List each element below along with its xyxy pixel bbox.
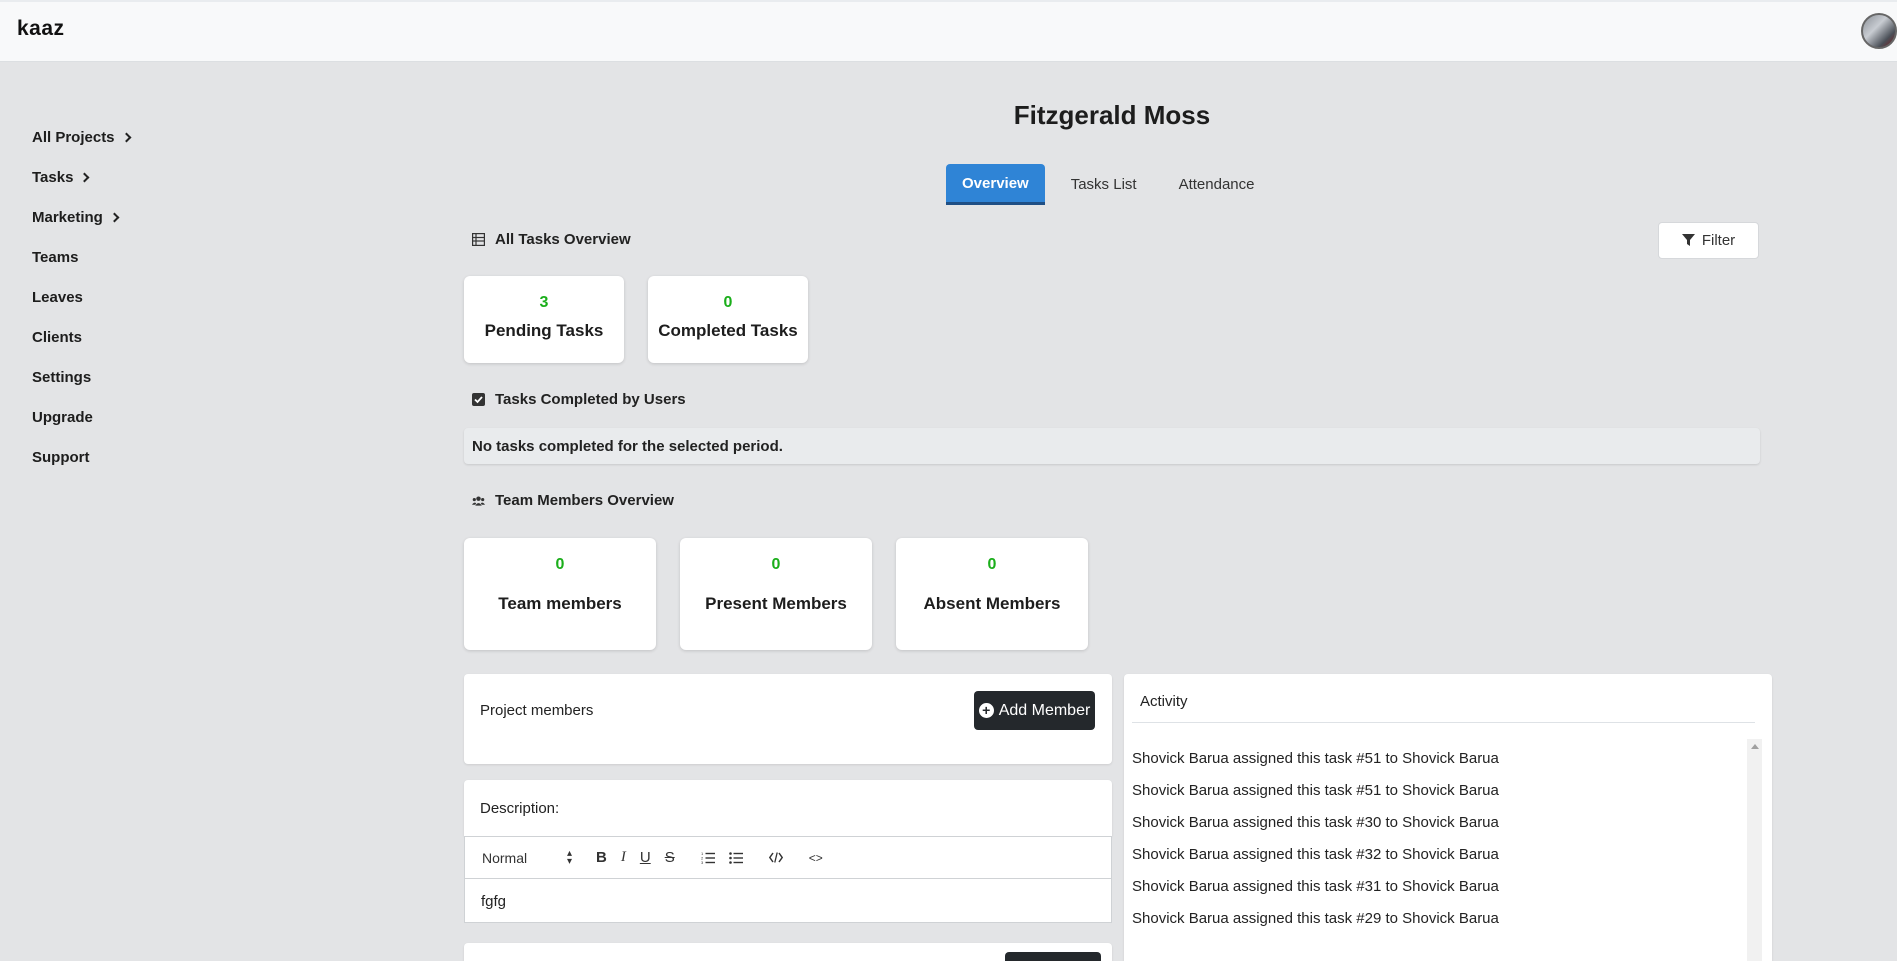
activity-item: Shovick Barua assigned this task #51 to … <box>1132 782 1499 799</box>
sidebar-item-tasks[interactable]: Tasks <box>32 157 232 197</box>
sidebar-item-marketing[interactable]: Marketing <box>32 197 232 237</box>
project-members-panel: Project members + Add Member <box>464 674 1112 764</box>
top-bar: kaaz <box>0 0 1897 62</box>
users-icon <box>472 494 485 507</box>
description-title: Description: <box>480 800 560 817</box>
tasks-overview-heading: All Tasks Overview <box>472 231 631 248</box>
activity-list: Shovick Barua assigned this task #51 to … <box>1132 750 1499 942</box>
team-members-card[interactable]: 0 Team members <box>464 538 656 650</box>
pending-tasks-card[interactable]: 3 Pending Tasks <box>464 276 624 363</box>
format-select[interactable]: Normal ▴ ▾ <box>482 847 572 867</box>
updown-icon: ▴ ▾ <box>566 847 572 867</box>
code-block-icon[interactable] <box>768 852 783 863</box>
sidebar-item-leaves[interactable]: Leaves <box>32 277 232 317</box>
sidebar-item-label: Teams <box>32 248 79 266</box>
list-icon <box>472 233 485 246</box>
activity-item: Shovick Barua assigned this task #31 to … <box>1132 878 1499 895</box>
absent-members-label: Absent Members <box>923 594 1061 613</box>
sidebar-item-teams[interactable]: Teams <box>32 237 232 277</box>
app-logo[interactable]: kaaz <box>17 17 65 41</box>
underline-button[interactable]: U <box>640 849 651 866</box>
absent-members-count: 0 <box>987 556 997 573</box>
sidebar-item-all-projects[interactable]: All Projects <box>32 117 232 157</box>
inline-code-button[interactable]: <> <box>809 851 823 865</box>
svg-text:3: 3 <box>701 860 704 864</box>
strike-button[interactable]: S <box>665 849 675 866</box>
format-select-value: Normal <box>482 849 528 866</box>
sidebar-item-label: Leaves <box>32 288 83 306</box>
sidebar-item-label: Settings <box>32 368 92 386</box>
section-title: All Tasks Overview <box>495 231 631 248</box>
project-members-title: Project members <box>480 702 594 719</box>
tab-bar: Overview Tasks List Attendance <box>946 164 1280 205</box>
tab-attendance[interactable]: Attendance <box>1163 164 1271 205</box>
completed-tasks-count: 0 <box>723 294 733 311</box>
sidebar-item-label: Clients <box>32 328 83 346</box>
chevron-right-icon <box>121 132 131 142</box>
team-members-label: Team members <box>498 594 622 613</box>
sidebar-item-label: All Projects <box>32 128 115 146</box>
activity-divider <box>1132 722 1755 723</box>
team-members-count: 0 <box>555 556 565 573</box>
activity-scrollbar[interactable] <box>1747 739 1762 961</box>
editor-toolbar: Normal ▴ ▾ B I U S 123 <> <box>464 836 1112 879</box>
activity-title: Activity <box>1140 693 1188 710</box>
absent-members-card[interactable]: 0 Absent Members <box>896 538 1088 650</box>
sidebar-item-label: Support <box>32 448 90 466</box>
description-panel: Description: <box>464 780 1112 836</box>
italic-button[interactable]: I <box>621 849 626 866</box>
filter-icon <box>1681 234 1695 246</box>
present-members-label: Present Members <box>705 594 847 613</box>
sidebar-item-label: Upgrade <box>32 408 93 426</box>
filter-label: Filter <box>1701 232 1736 249</box>
bullet-list-icon[interactable] <box>728 851 743 864</box>
next-panel-button[interactable] <box>1005 952 1101 961</box>
bold-button[interactable]: B <box>596 849 607 866</box>
pending-tasks-label: Pending Tasks <box>484 321 604 340</box>
sidebar-item-label: Tasks <box>32 168 74 186</box>
sidebar-item-clients[interactable]: Clients <box>32 317 232 357</box>
user-avatar[interactable] <box>1861 13 1897 49</box>
page-title: Fitzgerald Moss <box>1013 100 1211 130</box>
description-editor[interactable]: fgfg <box>464 879 1112 923</box>
team-overview-heading: Team Members Overview <box>472 492 674 509</box>
activity-item: Shovick Barua assigned this task #51 to … <box>1132 750 1499 767</box>
pending-tasks-count: 3 <box>539 294 549 311</box>
scroll-up-arrow-icon[interactable] <box>1751 744 1759 749</box>
add-member-button[interactable]: + Add Member <box>974 691 1095 730</box>
add-member-label: Add Member <box>998 701 1091 719</box>
ordered-list-icon[interactable]: 123 <box>701 851 715 864</box>
sidebar-item-settings[interactable]: Settings <box>32 357 232 397</box>
empty-state-message: No tasks completed for the selected peri… <box>464 428 1760 464</box>
sidebar-item-upgrade[interactable]: Upgrade <box>32 397 232 437</box>
completed-tasks-label: Completed Tasks <box>658 321 798 340</box>
plus-circle-icon: + <box>978 703 994 718</box>
chevron-right-icon <box>109 212 120 222</box>
chevron-right-icon <box>79 172 90 182</box>
sidebar-item-support[interactable]: Support <box>32 437 232 477</box>
next-panel <box>464 943 1112 961</box>
present-members-count: 0 <box>771 556 781 573</box>
section-title: Team Members Overview <box>495 492 674 509</box>
tab-tasks-list[interactable]: Tasks List <box>1055 164 1153 205</box>
sidebar: All Projects Tasks Marketing Teams Leave… <box>32 117 232 477</box>
completed-tasks-card[interactable]: 0 Completed Tasks <box>648 276 808 363</box>
sidebar-item-label: Marketing <box>32 208 103 226</box>
activity-item: Shovick Barua assigned this task #32 to … <box>1132 846 1499 863</box>
completed-by-users-heading: Tasks Completed by Users <box>472 391 686 408</box>
tab-overview[interactable]: Overview <box>946 164 1045 205</box>
present-members-card[interactable]: 0 Present Members <box>680 538 872 650</box>
activity-item: Shovick Barua assigned this task #29 to … <box>1132 910 1499 927</box>
activity-item: Shovick Barua assigned this task #30 to … <box>1132 814 1499 831</box>
section-title: Tasks Completed by Users <box>495 391 686 408</box>
filter-button[interactable]: Filter <box>1658 222 1759 259</box>
checkbox-icon <box>472 393 485 406</box>
